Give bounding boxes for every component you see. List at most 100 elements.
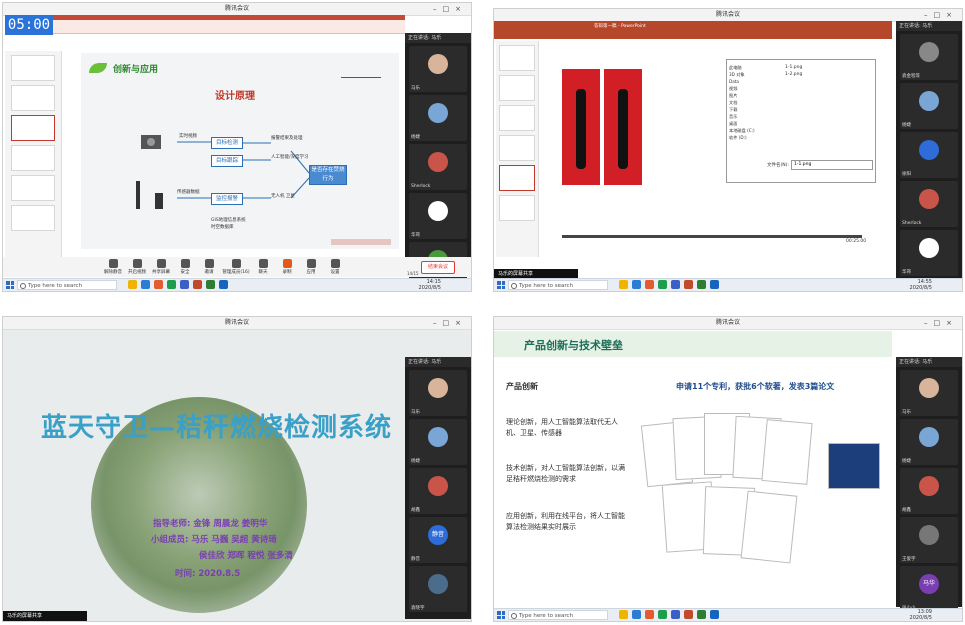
- advisors: 指导老师: 金锋 周晨龙 姜明华: [153, 519, 268, 529]
- avatar: [428, 201, 448, 221]
- file-item[interactable]: 1-1.png: [785, 64, 802, 71]
- avatar: [919, 476, 939, 496]
- participant-tile[interactable]: 静音 静音: [409, 517, 467, 563]
- file-list: 1-1.png 1-2.png: [785, 64, 802, 78]
- apps-button[interactable]: 应用: [299, 259, 323, 275]
- avatar: [428, 574, 448, 594]
- speaking-label: 正在讲话: 马乐: [896, 357, 962, 367]
- windows-taskbar: Type here to search 14:55 2020/8/5: [494, 278, 962, 291]
- name-badge: 马华: [919, 574, 939, 594]
- windows-taskbar: Type here to search 14:15 2020/8/5: [3, 278, 471, 291]
- participant-tile[interactable]: 马华张小小: [900, 566, 958, 612]
- security-button[interactable]: 安全: [173, 259, 197, 275]
- participant-sidebar: 正在讲话: 马乐 袁金程等 杨婕 徐阳 Sherlock 华哥: [896, 21, 962, 279]
- windows-start-icon[interactable]: [6, 281, 14, 289]
- slide-counter: 14/15: [407, 271, 419, 276]
- node-monitor: 目标检测: [211, 137, 243, 149]
- taskbar-apps: [128, 280, 228, 290]
- windows-start-icon[interactable]: [497, 281, 505, 289]
- participant-tile[interactable]: 杨婕: [409, 95, 467, 141]
- window-controls[interactable]: –□×: [433, 317, 467, 329]
- title-bar: 腾讯会议 –□×: [494, 317, 962, 330]
- node-fire: 是否存在焚烧行为: [309, 165, 347, 185]
- slide-thumb[interactable]: [11, 205, 55, 231]
- participant-tile[interactable]: 华哥: [409, 193, 467, 239]
- label-camera: 实时视频: [179, 134, 197, 139]
- windows-start-icon[interactable]: [497, 611, 505, 619]
- participant-tile[interactable]: 徐阳: [900, 132, 958, 178]
- participant-tile[interactable]: 马乐: [409, 46, 467, 92]
- window-controls[interactable]: –□×: [433, 3, 467, 15]
- label-sensor: 传感器数据: [177, 190, 200, 195]
- speaking-label: 正在讲话: 马乐: [405, 33, 471, 43]
- avatar: [428, 378, 448, 398]
- title-bar: 腾讯会议 –□×: [3, 317, 471, 330]
- record-button[interactable]: 录制: [275, 259, 299, 275]
- node-track: 目标跟踪: [211, 155, 243, 167]
- window-controls[interactable]: –□×: [924, 317, 958, 329]
- participant-tile[interactable]: 王俊宇: [900, 517, 958, 563]
- share-icon: [156, 259, 166, 268]
- slide-thumb[interactable]: [499, 195, 535, 221]
- invite-button[interactable]: 邀请: [197, 259, 221, 275]
- avatar: [919, 42, 939, 62]
- meeting-window-1: 腾讯会议 –□× 05:00 创新与应用 设计原理 目标检测 目标跟踪 监控报警…: [2, 2, 472, 292]
- taskbar-search[interactable]: Type here to search: [508, 610, 608, 620]
- participant-tile[interactable]: 华哥: [900, 230, 958, 276]
- video-progress[interactable]: [562, 235, 862, 238]
- participant-tile[interactable]: 袁晓宇: [409, 566, 467, 612]
- taskbar-search[interactable]: Type here to search: [17, 280, 117, 290]
- slide-title: 蓝天守卫—秸秆燃烧检测系统: [41, 413, 393, 443]
- folder-tree: 此电脑 3D 对象 Data 视频 图片 文档 下载 音乐 桌面 本地磁盘 (C:) 软件 (D:): [729, 65, 755, 140]
- mic-icon: [108, 259, 118, 268]
- participant-tile[interactable]: 马乐: [900, 370, 958, 416]
- avatar: [919, 378, 939, 398]
- participant-tile[interactable]: 杨婕: [900, 419, 958, 465]
- taskbar-clock: 14:15 2020/8/5: [418, 279, 441, 291]
- participant-tile[interactable]: 胡鑫: [900, 468, 958, 514]
- speaking-label: 正在讲话: 马乐: [896, 21, 962, 31]
- taskbar-search[interactable]: Type here to search: [508, 280, 608, 290]
- participant-tile[interactable]: 胡鑫: [409, 468, 467, 514]
- participant-tile[interactable]: 杨婕: [409, 419, 467, 465]
- participant-tile[interactable]: 杨婕: [900, 83, 958, 129]
- chat-button[interactable]: 聊天: [251, 259, 275, 275]
- filename-input[interactable]: 1-1.png: [791, 160, 873, 170]
- shield-icon: [180, 259, 190, 268]
- label-ai: 人工智能/深度学习: [271, 155, 309, 160]
- avatar: [919, 140, 939, 160]
- slide-thumb-selected[interactable]: [11, 115, 55, 141]
- leave-button[interactable]: 结束会议: [421, 261, 455, 274]
- participant-tile[interactable]: Sherlock: [900, 181, 958, 227]
- members-icon: [231, 259, 241, 268]
- slide-thumb[interactable]: [11, 55, 55, 81]
- slide-thumb[interactable]: [11, 145, 55, 171]
- participant-tile[interactable]: 袁金程等: [900, 34, 958, 80]
- members-button[interactable]: 管理成员(16): [221, 259, 251, 275]
- speaking-label: 正在讲话: 马乐: [405, 357, 471, 367]
- video-button[interactable]: 开启视频: [125, 259, 149, 275]
- slide-thumb-selected[interactable]: [499, 165, 535, 191]
- participant-tile[interactable]: Sherlock: [409, 144, 467, 190]
- slide-thumb[interactable]: [499, 105, 535, 131]
- patents-summary: 申请11个专利，获批6个软著，发表3篇论文: [676, 382, 835, 391]
- label-left: 无人机 卫星: [271, 194, 295, 199]
- slide-thumb[interactable]: [11, 175, 55, 201]
- share-screen-button[interactable]: 共享屏幕: [149, 259, 173, 275]
- slide-thumb[interactable]: [499, 45, 535, 71]
- label-db: 时空数据库: [211, 225, 234, 230]
- point-tech: 技术创新，对人工智能算法创新，以满足秸秆燃烧检测的需求: [506, 464, 625, 483]
- point-app: 应用创新，利用在线平台，将人工智能算法检测结果实时展示: [506, 512, 625, 531]
- person-figure: [618, 89, 628, 169]
- window-controls[interactable]: –□×: [924, 9, 958, 21]
- file-item[interactable]: 1-2.png: [785, 71, 802, 78]
- settings-button[interactable]: 设置: [323, 259, 347, 275]
- slide-thumb[interactable]: [11, 85, 55, 111]
- slide-thumb[interactable]: [499, 75, 535, 101]
- chat-icon: [258, 259, 268, 268]
- slide-subheading: 产品创新: [506, 382, 538, 391]
- mute-button[interactable]: 解除静音: [101, 259, 125, 275]
- participant-tile[interactable]: 马乐: [409, 370, 467, 416]
- slide-thumb[interactable]: [499, 135, 535, 161]
- slide-thumbnails: [496, 41, 539, 257]
